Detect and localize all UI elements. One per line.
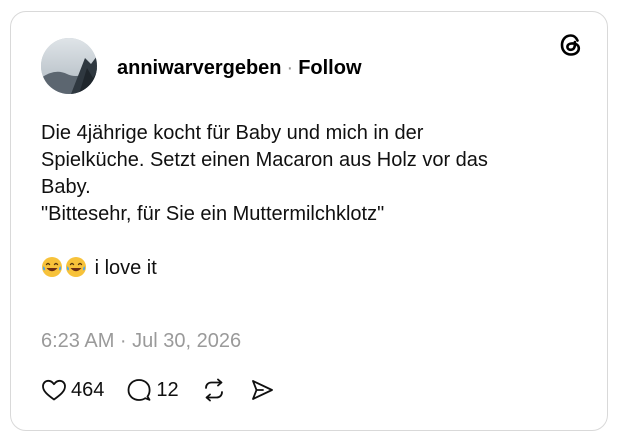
comment-bubble-icon bbox=[126, 377, 152, 403]
reply-count: 12 bbox=[156, 378, 179, 401]
threads-logo-icon[interactable] bbox=[557, 31, 585, 59]
post-text-line: Baby. bbox=[41, 176, 91, 198]
post-timestamp[interactable]: 6:23 AM · Jul 30, 2026 bbox=[41, 328, 241, 354]
send-icon bbox=[249, 377, 275, 403]
avatar[interactable] bbox=[41, 38, 97, 94]
emoji-line-text: i love it bbox=[94, 257, 157, 279]
username[interactable]: anniwarvergeben bbox=[117, 57, 282, 79]
repost-icon bbox=[201, 377, 227, 403]
like-count: 464 bbox=[71, 378, 105, 401]
post-text-line: Die 4jährige kocht für Baby und mich in … bbox=[41, 122, 424, 144]
heart-icon bbox=[41, 378, 67, 402]
reply-button[interactable]: 12 bbox=[126, 377, 179, 403]
share-button[interactable] bbox=[249, 377, 275, 403]
laughing-tears-emoji-icon bbox=[65, 256, 87, 278]
laughing-tears-emoji-icon bbox=[41, 256, 63, 278]
post-text-line: Spielküche. Setzt einen Macaron aus Holz… bbox=[41, 149, 488, 171]
emoji-line: i love it bbox=[41, 255, 581, 282]
post-header: anniwarvergeben · Follow bbox=[117, 56, 362, 80]
post-card: anniwarvergeben · Follow Die 4jährige koch… bbox=[10, 11, 608, 431]
post-body: Die 4jährige kocht für Baby und mich in … bbox=[41, 120, 581, 282]
repost-button[interactable] bbox=[201, 377, 227, 403]
post-text-line: "Bittesehr, für Sie ein Muttermilchklotz… bbox=[41, 203, 385, 225]
follow-button[interactable]: Follow bbox=[298, 57, 361, 79]
separator-dot: · bbox=[286, 57, 294, 79]
action-bar: 464 12 bbox=[41, 376, 275, 404]
like-button[interactable]: 464 bbox=[41, 378, 104, 402]
